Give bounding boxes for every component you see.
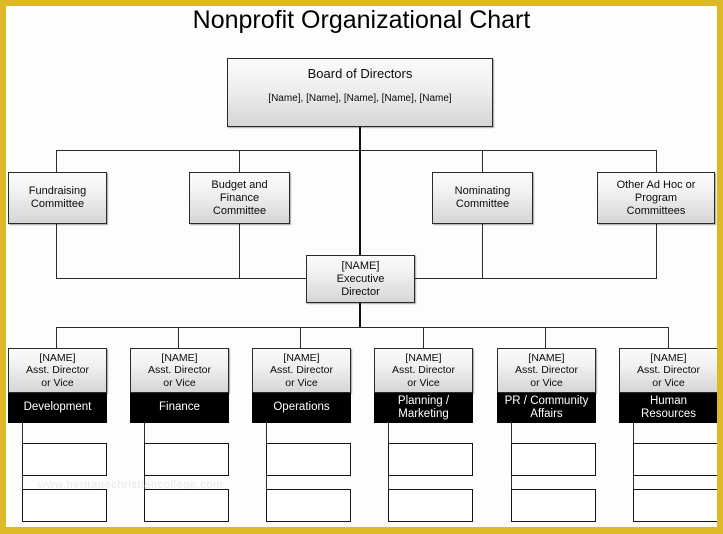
- subunit-box[interactable]: [633, 443, 718, 476]
- connector-exec-bus-left: [56, 278, 306, 279]
- connector-dept-leg-6: [668, 327, 669, 348]
- dept-title-line-1: Finance: [159, 401, 200, 414]
- connector-committee-down-3: [482, 224, 483, 278]
- committee-line-2: Program: [634, 191, 678, 204]
- node-dept-head-finance[interactable]: [NAME] Asst. Director or Vice: [130, 348, 229, 393]
- connector-committee-down-1: [56, 224, 57, 278]
- dept-role-line-1: Asst. Director: [391, 364, 455, 377]
- dept-role-line-2: or Vice: [163, 376, 196, 389]
- frame-border-right: [717, 0, 723, 534]
- subunit-box[interactable]: [633, 489, 718, 522]
- connector-board-to-exec: [359, 150, 361, 255]
- board-title: Board of Directors: [307, 66, 413, 81]
- exec-role-line-2: Director: [341, 285, 380, 298]
- connector-committee-leg-1: [56, 150, 57, 172]
- subunit-box[interactable]: [511, 443, 596, 476]
- connector-dept-leg-1: [56, 327, 57, 348]
- dept-name-placeholder: [NAME]: [650, 351, 687, 364]
- subunit-box[interactable]: [266, 443, 351, 476]
- label-department-pr-community-affairs: PR / Community Affairs: [497, 393, 596, 423]
- dept-role-line-2: or Vice: [407, 376, 440, 389]
- dept-title-line-2: Resources: [641, 408, 696, 420]
- dept-role-line-1: Asst. Director: [636, 364, 700, 377]
- connector-dept-leg-4: [423, 327, 424, 348]
- label-department-operations: Operations: [252, 393, 351, 423]
- dept-name-placeholder: [NAME]: [528, 351, 565, 364]
- dept-role-line-1: Asst. Director: [25, 364, 89, 377]
- committee-line-3: Committee: [212, 204, 267, 217]
- dept-role-line-2: or Vice: [41, 376, 74, 389]
- dept-title-line-2: Affairs: [530, 408, 563, 420]
- dept-title-line-1: Planning /: [397, 394, 450, 407]
- node-board-of-directors[interactable]: Board of Directors [Name], [Name], [Name…: [227, 58, 493, 127]
- frame-border-bottom: [0, 527, 723, 534]
- dept-role-line-2: or Vice: [285, 376, 318, 389]
- dept-role-line-1: Asst. Director: [269, 364, 333, 377]
- committee-line-2: Finance: [219, 191, 260, 204]
- label-department-planning-marketing: Planning / Marketing: [374, 393, 473, 423]
- dept-name-placeholder: [NAME]: [283, 351, 320, 364]
- dept-name-placeholder: [NAME]: [161, 351, 198, 364]
- node-dept-head-human-resources[interactable]: [NAME] Asst. Director or Vice: [619, 348, 718, 393]
- connector-committee-leg-4: [656, 150, 657, 172]
- exec-name-placeholder: [NAME]: [341, 259, 380, 272]
- subunit-box[interactable]: [388, 443, 473, 476]
- committee-line-2: Committee: [30, 198, 85, 210]
- subunit-box[interactable]: [388, 489, 473, 522]
- node-dept-head-operations[interactable]: [NAME] Asst. Director or Vice: [252, 348, 351, 393]
- connector-dept-leg-3: [300, 327, 301, 348]
- committee-line-1: Other Ad Hoc or: [616, 178, 696, 191]
- board-members: [Name], [Name], [Name], [Name], [Name]: [268, 93, 452, 104]
- connector-dept-leg-5: [545, 327, 546, 348]
- label-department-finance: Finance: [130, 393, 229, 423]
- connector-committee-down-4: [656, 224, 657, 278]
- connector-board-stem: [359, 127, 361, 151]
- node-committee-other-ad-hoc[interactable]: Other Ad Hoc or Program Committees: [597, 172, 715, 224]
- dept-title-line-2: Marketing: [398, 408, 449, 420]
- connector-exec-stem: [359, 303, 361, 327]
- subunit-box[interactable]: [144, 443, 229, 476]
- connector-department-bus: [56, 327, 669, 328]
- dept-title-line-1: Development: [23, 401, 92, 414]
- subunit-box[interactable]: [22, 443, 107, 476]
- node-committee-fundraising[interactable]: Fundraising Committee: [8, 172, 107, 224]
- node-executive-director[interactable]: [NAME] Executive Director: [306, 255, 415, 303]
- dept-title-line-1: Human: [649, 394, 688, 407]
- committee-line-3: Committees: [626, 204, 686, 217]
- label-department-human-resources: Human Resources: [619, 393, 718, 423]
- node-dept-head-pr-community-affairs[interactable]: [NAME] Asst. Director or Vice: [497, 348, 596, 393]
- dept-role-line-2: or Vice: [652, 376, 685, 389]
- page-title: Nonprofit Organizational Chart: [192, 6, 531, 34]
- connector-dept-leg-2: [178, 327, 179, 348]
- frame-border-top: [0, 0, 723, 6]
- connector-committee-leg-2: [239, 150, 240, 172]
- node-dept-head-development[interactable]: [NAME] Asst. Director or Vice: [8, 348, 107, 393]
- subunit-box[interactable]: [22, 489, 107, 522]
- connector-exec-bus-right: [415, 278, 657, 279]
- subunit-box[interactable]: [266, 489, 351, 522]
- node-committee-budget-finance[interactable]: Budget and Finance Committee: [189, 172, 290, 224]
- committee-line-1: Budget and: [211, 178, 268, 191]
- subunit-box[interactable]: [144, 489, 229, 522]
- label-department-development: Development: [8, 393, 107, 423]
- dept-title-line-1: PR / Community: [504, 394, 589, 407]
- dept-title-line-1: Operations: [273, 401, 330, 414]
- node-committee-nominating[interactable]: Nominating Committee: [432, 172, 533, 224]
- committee-line-1: Nominating: [454, 185, 511, 197]
- dept-name-placeholder: [NAME]: [39, 351, 76, 364]
- exec-role-line-1: Executive: [336, 272, 385, 285]
- frame-border-left: [0, 0, 6, 534]
- dept-role-line-2: or Vice: [530, 376, 563, 389]
- committee-line-1: Fundraising: [28, 185, 87, 197]
- committee-line-2: Committee: [455, 198, 510, 210]
- connector-committee-down-2: [239, 224, 240, 278]
- node-dept-head-planning-marketing[interactable]: [NAME] Asst. Director or Vice: [374, 348, 473, 393]
- connector-committee-leg-3: [482, 150, 483, 172]
- subunit-box[interactable]: [511, 489, 596, 522]
- dept-name-placeholder: [NAME]: [405, 351, 442, 364]
- connector-committee-bus: [56, 150, 657, 151]
- dept-role-line-1: Asst. Director: [147, 364, 211, 377]
- dept-role-line-1: Asst. Director: [514, 364, 578, 377]
- org-chart-canvas: Nonprofit Organizational Chart www.herit…: [0, 0, 723, 534]
